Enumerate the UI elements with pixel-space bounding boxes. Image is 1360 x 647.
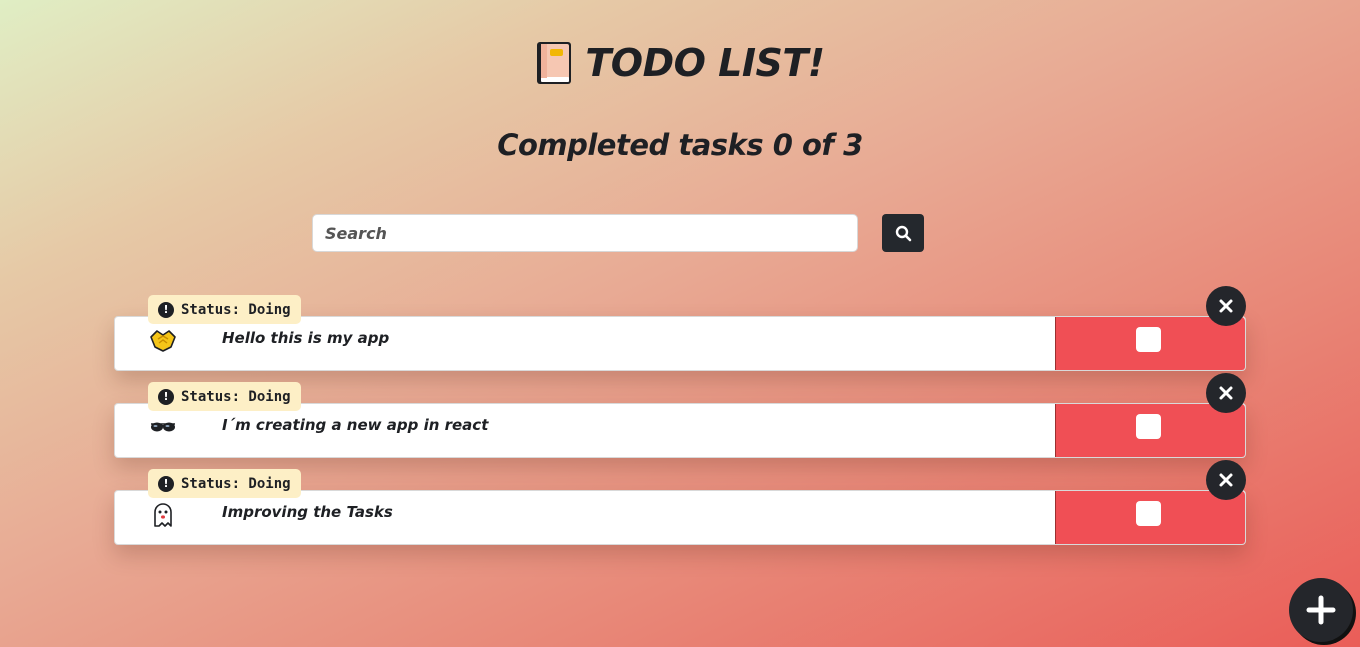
todo-item: Improving the Tasks ! Status: Doing (114, 460, 1246, 545)
todo-item: Hello this is my app ! Status: Doing (114, 286, 1246, 371)
todo-text: Improving the Tasks (222, 503, 393, 521)
plus-icon (1306, 595, 1336, 625)
handshake-icon (149, 327, 177, 353)
todo-checkbox[interactable] (1136, 414, 1161, 439)
notebook-icon (537, 42, 572, 84)
sunglasses-icon (149, 414, 177, 440)
alert-icon: ! (158, 301, 174, 318)
add-todo-button[interactable] (1289, 578, 1353, 642)
todo-card: Hello this is my app (114, 316, 1246, 371)
todo-checkbox[interactable] (1136, 501, 1161, 526)
todo-card: Improving the Tasks (114, 490, 1246, 545)
delete-button[interactable] (1206, 373, 1246, 413)
search-icon (895, 225, 911, 241)
search-input[interactable] (312, 214, 858, 252)
todo-checkbox[interactable] (1136, 327, 1161, 352)
page-title: TODO LIST! (585, 41, 825, 85)
status-label: Status: Doing (181, 301, 291, 318)
delete-button[interactable] (1206, 286, 1246, 326)
search-button[interactable] (882, 214, 924, 252)
alert-icon: ! (158, 475, 174, 492)
todo-text: I´m creating a new app in react (222, 416, 489, 434)
alert-icon: ! (158, 388, 174, 405)
close-icon (1219, 299, 1233, 313)
status-label: Status: Doing (181, 475, 291, 492)
todo-complete-area (1055, 317, 1245, 370)
todo-card: I´m creating a new app in react (114, 403, 1246, 458)
status-label: Status: Doing (181, 388, 291, 405)
todo-complete-area (1055, 404, 1245, 457)
page-header: TODO LIST! (0, 40, 1360, 86)
close-icon (1219, 386, 1233, 400)
delete-button[interactable] (1206, 460, 1246, 500)
status-badge: ! Status: Doing (148, 382, 301, 411)
todo-text: Hello this is my app (222, 329, 390, 347)
ghost-icon (149, 501, 177, 527)
status-badge: ! Status: Doing (148, 469, 301, 498)
todo-item: I´m creating a new app in react ! Status… (114, 373, 1246, 458)
status-badge: ! Status: Doing (148, 295, 301, 324)
close-icon (1219, 473, 1233, 487)
todo-complete-area (1055, 491, 1245, 544)
completed-counter: Completed tasks 0 of 3 (497, 128, 863, 162)
